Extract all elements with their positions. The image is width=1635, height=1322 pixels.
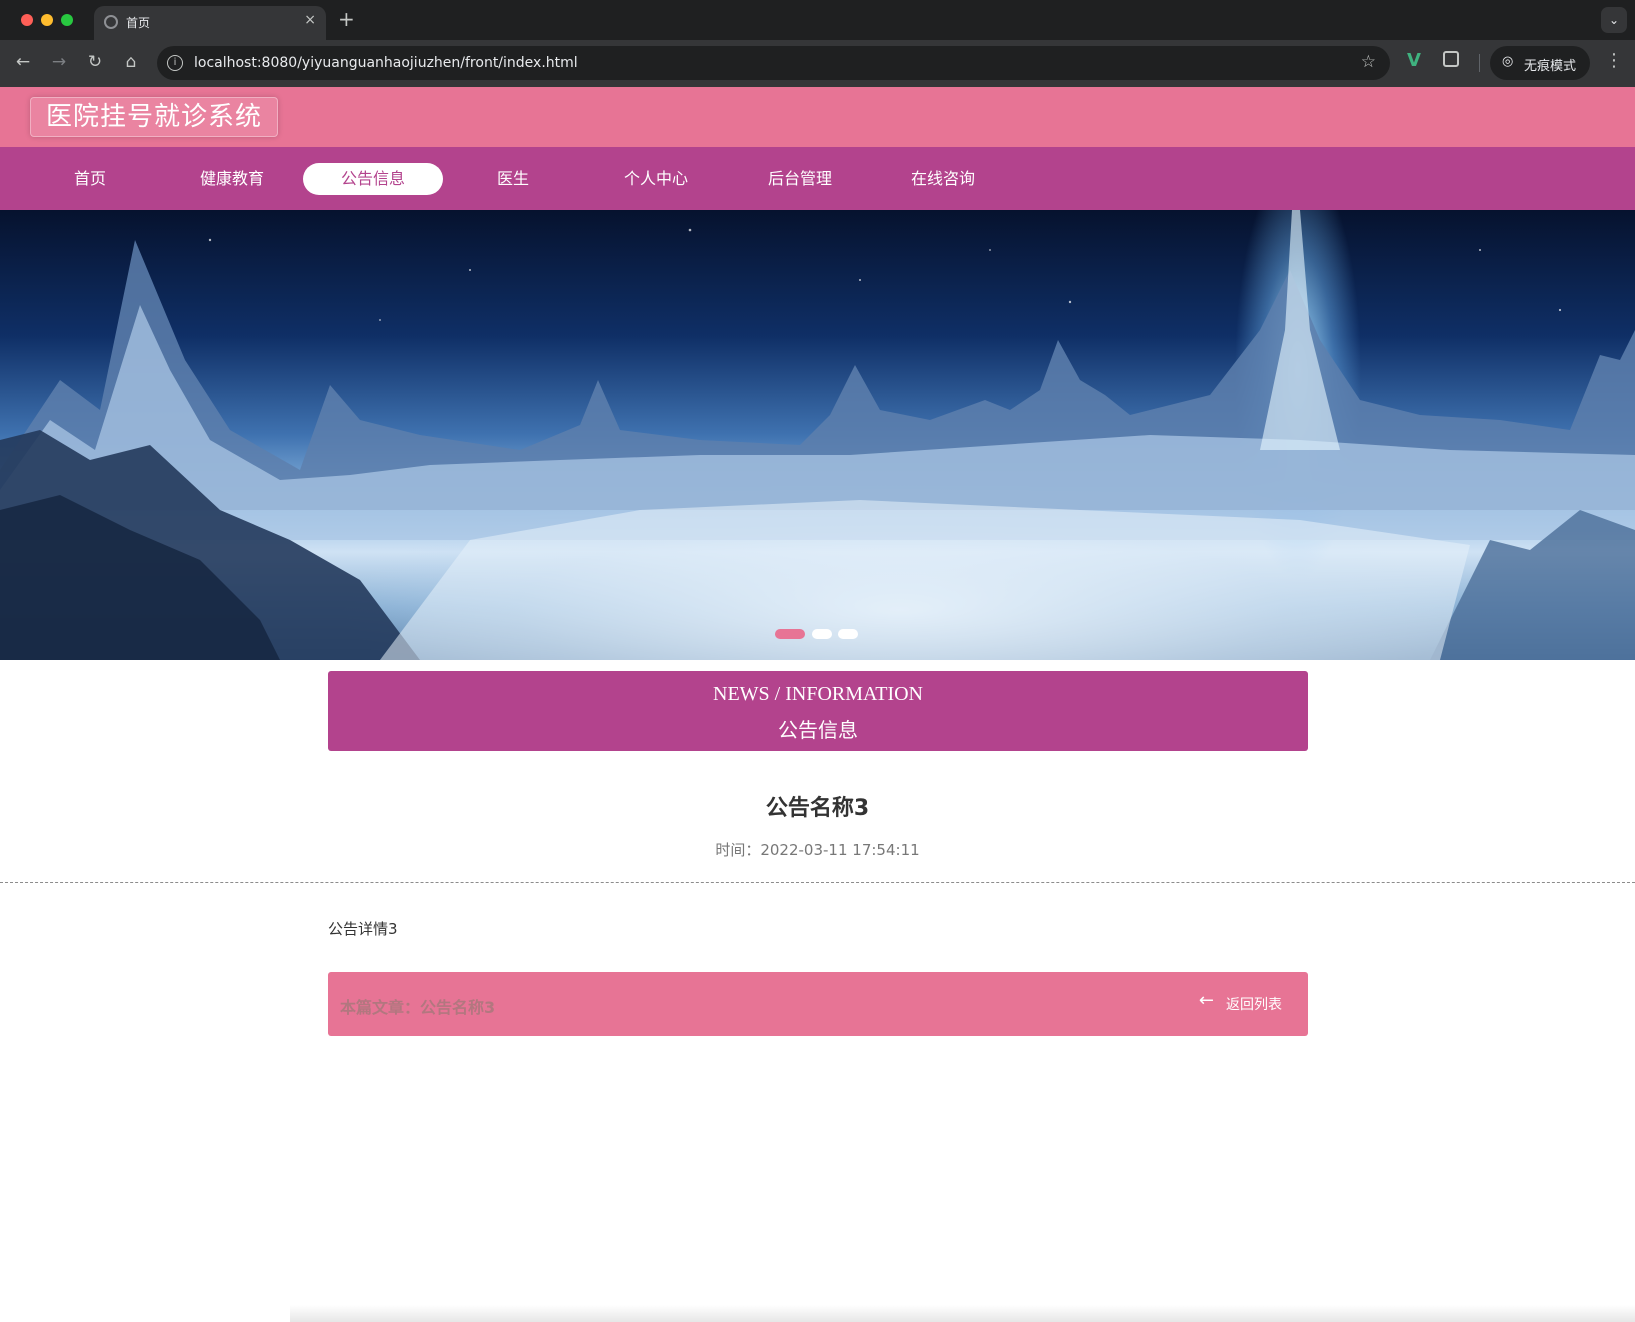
site-title: 医院挂号就诊系统 bbox=[30, 97, 278, 137]
reload-icon[interactable]: ↻ bbox=[84, 52, 106, 72]
incognito-indicator[interactable]: ◎ 无痕模式 bbox=[1490, 46, 1590, 80]
section-title-en: NEWS / INFORMATION bbox=[713, 683, 923, 705]
web-page: 医院挂号就诊系统 首页 健康教育 公告信息 医生 个人中心 后台管理 在线咨询 bbox=[0, 87, 1635, 1322]
browser-menu-icon[interactable]: ⋮ bbox=[1605, 50, 1623, 71]
nav-item-personal-center[interactable]: 个人中心 bbox=[596, 163, 716, 195]
article-body: 公告详情3 bbox=[328, 920, 398, 938]
back-arrow-icon[interactable]: ← bbox=[1199, 990, 1214, 1011]
vue-devtools-extension-icon[interactable]: V bbox=[1407, 50, 1421, 71]
article-divider bbox=[0, 882, 1635, 883]
tab-title: 首页 bbox=[126, 16, 151, 30]
url-text[interactable]: localhost:8080/yiyuanguanhaojiuzhen/fron… bbox=[194, 55, 578, 71]
article-title: 公告名称3 bbox=[765, 796, 870, 821]
section-header: NEWS / INFORMATION 公告信息 bbox=[328, 671, 1308, 751]
address-bar[interactable]: i localhost:8080/yiyuanguanhaojiuzhen/fr… bbox=[157, 46, 1390, 80]
carousel-dot-1[interactable] bbox=[775, 629, 805, 639]
carousel-indicators bbox=[775, 625, 863, 643]
article-footer-bar: 本篇文章：公告名称3 ← 返回列表 bbox=[328, 972, 1308, 1036]
forward-arrow-icon[interactable]: → bbox=[48, 52, 70, 72]
browser-toolbar: ← → ↻ ⌂ i localhost:8080/yiyuanguanhaoji… bbox=[0, 40, 1635, 87]
carousel-dot-3[interactable] bbox=[838, 629, 858, 639]
current-article-label: 本篇文章：公告名称3 bbox=[340, 998, 496, 1017]
nav-item-admin[interactable]: 后台管理 bbox=[740, 163, 860, 195]
browser-tab-active[interactable]: 首页 × bbox=[94, 6, 326, 40]
window-minimize-button[interactable] bbox=[41, 14, 53, 26]
bookmark-star-icon[interactable]: ☆ bbox=[1361, 52, 1376, 72]
article-time-value: 2022-03-11 17:54:11 bbox=[760, 841, 920, 859]
extensions-puzzle-icon[interactable] bbox=[1443, 51, 1459, 67]
banner-carousel[interactable] bbox=[0, 210, 1635, 660]
tab-search-chevron-icon[interactable]: ⌄ bbox=[1601, 7, 1627, 33]
new-tab-button[interactable]: + bbox=[338, 7, 355, 31]
nav-item-online-consult[interactable]: 在线咨询 bbox=[883, 163, 1003, 195]
browser-tabstrip: 首页 × + ⌄ bbox=[0, 0, 1635, 40]
home-icon[interactable]: ⌂ bbox=[120, 52, 142, 72]
nav-item-health-education[interactable]: 健康教育 bbox=[172, 163, 292, 195]
window-zoom-button[interactable] bbox=[61, 14, 73, 26]
banner-ice-landscape-image bbox=[0, 210, 1635, 660]
back-to-list-link[interactable]: 返回列表 bbox=[1226, 994, 1282, 1014]
section-title-cn: 公告信息 bbox=[778, 720, 858, 742]
incognito-icon: ◎ bbox=[1502, 54, 1514, 69]
nav-item-announcements[interactable]: 公告信息 bbox=[303, 163, 443, 195]
back-arrow-icon[interactable]: ← bbox=[12, 52, 34, 72]
incognito-label: 无痕模式 bbox=[1524, 59, 1577, 74]
main-nav: 首页 健康教育 公告信息 医生 个人中心 后台管理 在线咨询 bbox=[0, 147, 1635, 210]
article-time-label: 时间： bbox=[715, 841, 761, 859]
toolbar-divider bbox=[1479, 54, 1480, 72]
site-header: 医院挂号就诊系统 bbox=[0, 87, 1635, 147]
window-close-button[interactable] bbox=[21, 14, 33, 26]
bottom-shadow bbox=[290, 1305, 1635, 1322]
tab-close-icon[interactable]: × bbox=[304, 12, 316, 28]
globe-icon bbox=[104, 15, 118, 29]
site-info-icon[interactable]: i bbox=[167, 55, 183, 71]
nav-item-doctors[interactable]: 医生 bbox=[453, 163, 573, 195]
article-time: 时间：2022-03-11 17:54:11 bbox=[0, 839, 1635, 860]
nav-item-home[interactable]: 首页 bbox=[30, 163, 150, 195]
carousel-dot-2[interactable] bbox=[812, 629, 832, 639]
